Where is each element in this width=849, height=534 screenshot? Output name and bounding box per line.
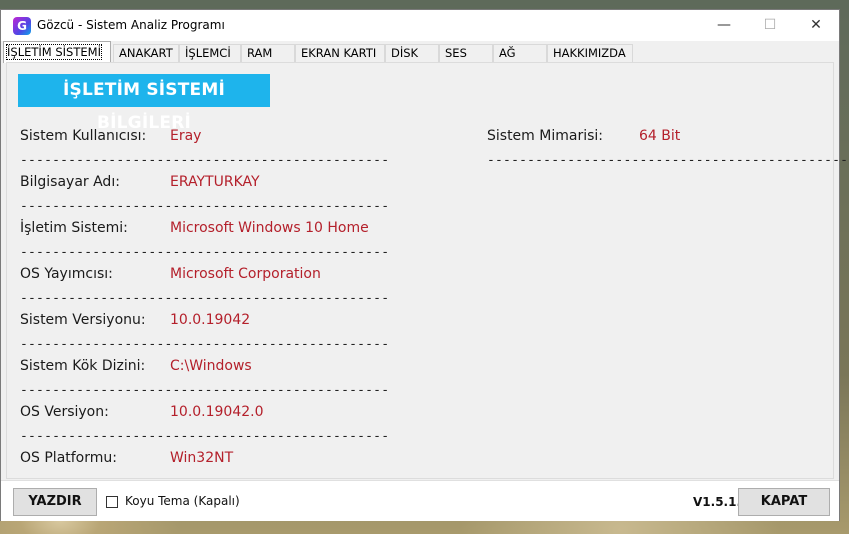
separator: ----------------------------------------… [20, 337, 390, 352]
label-system-root: Sistem Kök Dizini: [20, 358, 146, 374]
separator: ----------------------------------------… [20, 429, 390, 444]
label-os-version: OS Versiyon: [20, 404, 109, 420]
minimize-button[interactable]: — [701, 10, 747, 41]
title-bar: G Gözcü - Sistem Analiz Programı — ☐ ✕ [1, 10, 839, 42]
maximize-button[interactable]: ☐ [747, 10, 793, 41]
tab-label: İŞLETİM SİSTEMİ [6, 44, 102, 60]
tab-ses[interactable]: SES [439, 44, 493, 62]
close-button[interactable]: KAPAT [738, 488, 830, 516]
value-os-version: 10.0.19042.0 [170, 404, 264, 420]
tab-disk[interactable]: DİSK [385, 44, 439, 62]
tab-isletim-sistemi[interactable]: İŞLETİM SİSTEMİ [3, 41, 111, 63]
label-system-version: Sistem Versiyonu: [20, 312, 146, 328]
value-os-platform: Win32NT [170, 450, 234, 466]
section-header: İŞLETİM SİSTEMİ BİLGİLERİ [18, 74, 270, 133]
value-os-publisher: Microsoft Corporation [170, 266, 321, 282]
tab-ram[interactable]: RAM [241, 44, 295, 62]
tab-ag[interactable]: AĞ [493, 44, 547, 62]
dark-theme-label[interactable]: Koyu Tema (Kapalı) [125, 494, 240, 508]
dark-theme-checkbox[interactable] [106, 496, 118, 508]
label-operating-system: İşletim Sistemi: [20, 220, 128, 236]
window-title: Gözcü - Sistem Analiz Programı [37, 18, 225, 32]
label-computer-name: Bilgisayar Adı: [20, 174, 120, 190]
separator: ----------------------------------------… [487, 153, 849, 168]
value-system-version: 10.0.19042 [170, 312, 251, 328]
footer-bar: YAZDIR Koyu Tema (Kapalı) V1.5.1.0 KAPAT [1, 480, 839, 521]
tab-anakart[interactable]: ANAKART [113, 44, 179, 62]
label-system-user: Sistem Kullanıcısı: [20, 128, 147, 144]
separator: ----------------------------------------… [20, 383, 390, 398]
close-window-button[interactable]: ✕ [793, 10, 839, 41]
value-system-architecture: 64 Bit [639, 128, 681, 144]
label-os-publisher: OS Yayımcısı: [20, 266, 113, 282]
tab-strip: İŞLETİM SİSTEMİ ANAKART İŞLEMCİ RAM EKRA… [1, 41, 839, 63]
os-info-panel: İŞLETİM SİSTEMİ BİLGİLERİ Sistem Kullanı… [6, 62, 849, 479]
value-computer-name: ERAYTURKAY [170, 174, 260, 190]
label-os-platform: OS Platformu: [20, 450, 117, 466]
value-system-root: C:\Windows [170, 358, 252, 374]
tab-ekran-karti[interactable]: EKRAN KARTI [295, 44, 385, 62]
separator: ----------------------------------------… [20, 199, 390, 214]
tab-islemci[interactable]: İŞLEMCİ [179, 44, 241, 62]
value-operating-system: Microsoft Windows 10 Home [170, 220, 369, 236]
tab-hakkimizda[interactable]: HAKKIMIZDA [547, 44, 633, 62]
app-window: G Gözcü - Sistem Analiz Programı — ☐ ✕ İ… [0, 9, 849, 521]
label-system-architecture: Sistem Mimarisi: [487, 128, 603, 144]
app-logo-icon: G [13, 17, 31, 35]
separator: ----------------------------------------… [20, 245, 390, 260]
value-system-user: Eray [170, 128, 202, 144]
separator: ----------------------------------------… [20, 153, 390, 168]
print-button[interactable]: YAZDIR [13, 488, 97, 516]
separator: ----------------------------------------… [20, 291, 390, 306]
